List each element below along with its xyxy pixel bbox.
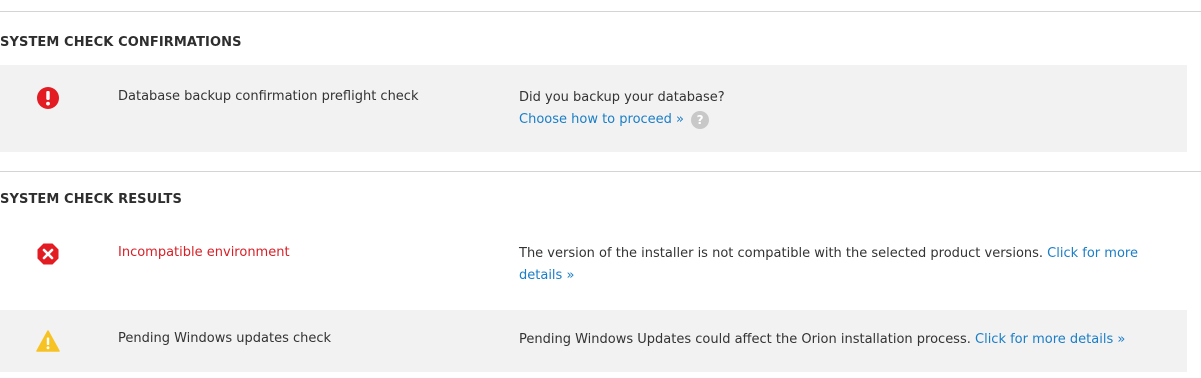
divider-top <box>0 11 1201 12</box>
choose-how-to-proceed-link[interactable]: Choose how to proceed » <box>519 112 684 127</box>
result-description: Pending Windows Updates could affect the… <box>519 332 975 347</box>
system-check-page: SYSTEM CHECK CONFIRMATIONS Database back… <box>0 0 1201 378</box>
results-section-title: SYSTEM CHECK RESULTS <box>0 192 182 207</box>
result-row-incompatible-environment: Incompatible environment The version of … <box>0 224 1187 310</box>
confirmation-row-database-backup: Database backup confirmation preflight c… <box>0 65 1187 152</box>
check-description: Pending Windows Updates could affect the… <box>519 329 1189 351</box>
check-description: The version of the installer is not comp… <box>519 243 1179 287</box>
result-description: The version of the installer is not comp… <box>519 246 1048 261</box>
check-name: Pending Windows updates check <box>118 331 332 346</box>
check-name: Database backup confirmation preflight c… <box>118 89 419 104</box>
exclamation-circle-icon <box>36 86 60 110</box>
click-for-more-details-link[interactable]: Click for more details » <box>975 332 1125 347</box>
divider-middle <box>0 171 1201 172</box>
result-row-pending-windows-updates: Pending Windows updates check Pending Wi… <box>0 310 1187 372</box>
warning-triangle-icon <box>36 329 60 353</box>
backup-question: Did you backup your database? <box>519 90 725 105</box>
check-name-error: Incompatible environment <box>118 245 290 260</box>
error-octagon-icon <box>36 242 60 266</box>
confirmations-section-title: SYSTEM CHECK CONFIRMATIONS <box>0 35 242 50</box>
check-description: Did you backup your database? Choose how… <box>519 87 1179 131</box>
help-icon[interactable]: ? <box>691 110 710 129</box>
